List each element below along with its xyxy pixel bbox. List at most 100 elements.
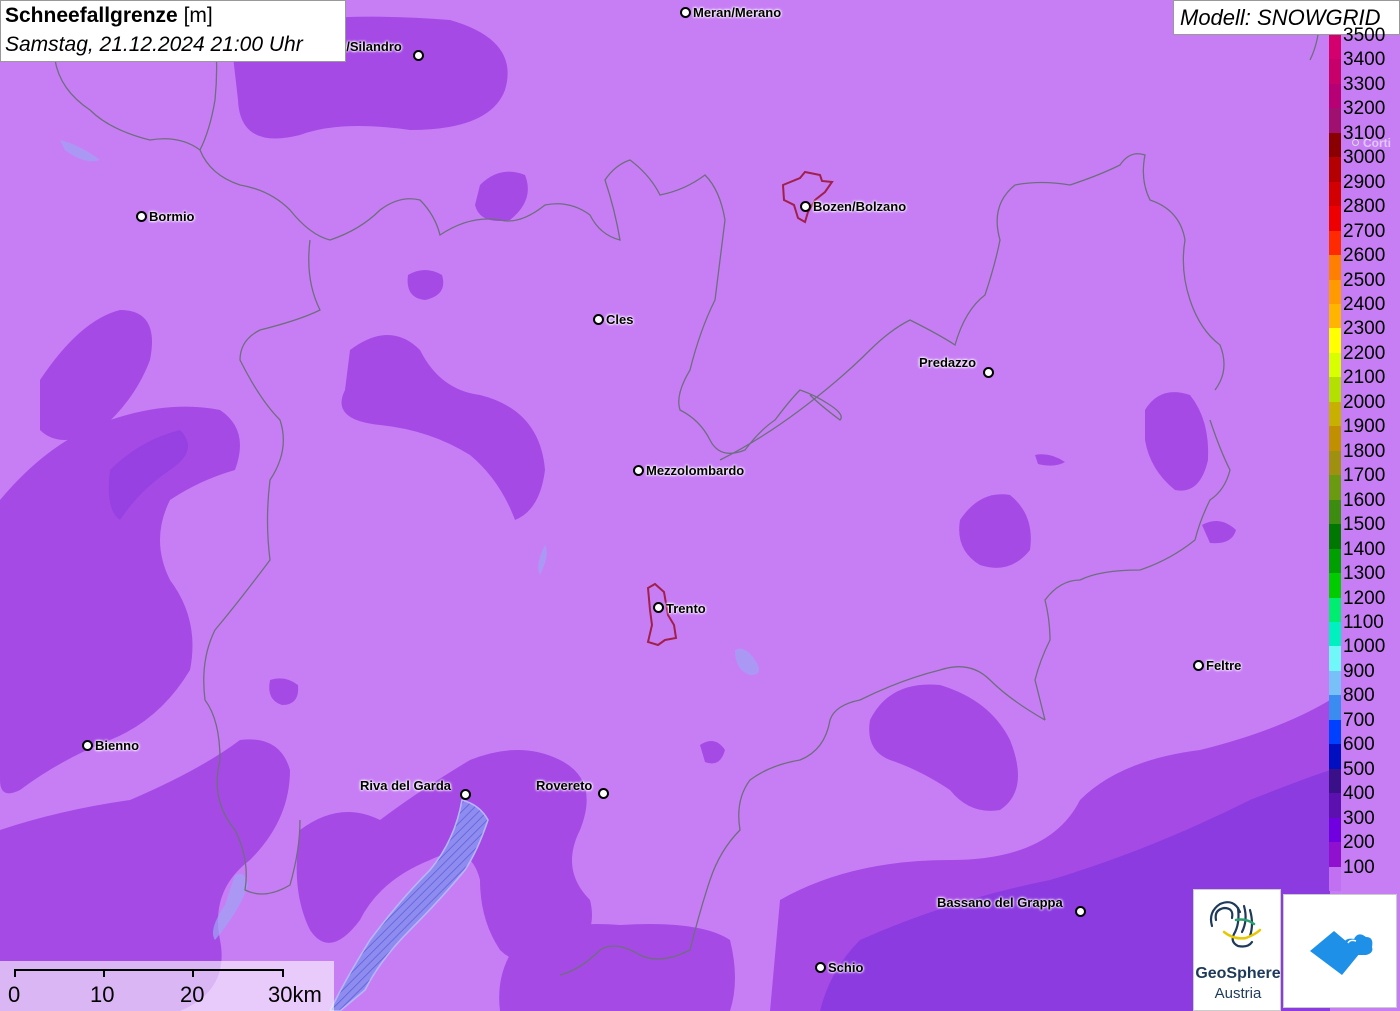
mountain-cloud-icon bbox=[1310, 931, 1373, 975]
city-label: Bienno bbox=[95, 738, 140, 753]
legend-label: 1200 bbox=[1343, 587, 1386, 609]
legend-item: 3100 bbox=[1329, 121, 1400, 158]
app-logo[interactable] bbox=[1283, 894, 1397, 1008]
scale-bar-tick bbox=[192, 969, 194, 977]
legend-item: 2500 bbox=[1329, 268, 1400, 305]
city-label: Trento bbox=[666, 601, 706, 616]
legend-item: 400 bbox=[1329, 781, 1400, 818]
legend-label: 2000 bbox=[1343, 391, 1386, 413]
legend-label: 2900 bbox=[1343, 171, 1386, 193]
city-dot bbox=[653, 602, 664, 613]
legend-label: 3200 bbox=[1343, 98, 1386, 120]
map-title: Schneefallgrenze [m] bbox=[5, 4, 213, 28]
legend-item: 200 bbox=[1329, 830, 1400, 867]
city-dot bbox=[413, 50, 424, 61]
legend-label: 1500 bbox=[1343, 514, 1386, 536]
city-label: Rovereto bbox=[536, 778, 593, 793]
city-dot bbox=[136, 211, 147, 222]
city-label: Feltre bbox=[1206, 658, 1242, 673]
legend-item: 2400 bbox=[1329, 292, 1400, 329]
map-title-unit: [m] bbox=[183, 4, 213, 27]
color-legend: 3500 3400 3300 3200 3100 3000 2900 2800 2700 2600… bbox=[1329, 25, 1400, 891]
legend-item: 1300 bbox=[1329, 561, 1400, 598]
geosphere-logo-line1: GeoSphere bbox=[1195, 965, 1281, 982]
city-label: s/Silandro bbox=[339, 39, 402, 54]
geosphere-logo-line2: Austria bbox=[1214, 985, 1262, 1002]
legend-label: 3400 bbox=[1343, 49, 1386, 71]
city-dot bbox=[1075, 906, 1086, 917]
legend-label: 1400 bbox=[1343, 538, 1386, 560]
legend-label: 700 bbox=[1343, 709, 1375, 731]
legend-label: 2400 bbox=[1343, 294, 1386, 316]
legend-label: 2600 bbox=[1343, 245, 1386, 267]
legend-item: 1600 bbox=[1329, 488, 1400, 525]
legend-label: 2100 bbox=[1343, 367, 1386, 389]
legend-label: 300 bbox=[1343, 807, 1375, 829]
scale-bar-label: 30km bbox=[268, 982, 322, 1007]
city-label: Mezzolombardo bbox=[646, 463, 745, 478]
map-canvas[interactable] bbox=[0, 0, 1400, 1011]
scale-bar-tick bbox=[103, 969, 105, 977]
city-dot bbox=[460, 789, 471, 800]
legend-label: 1300 bbox=[1343, 563, 1386, 585]
legend-item: 600 bbox=[1329, 732, 1400, 769]
scale-bar: 0 10 20 30km bbox=[0, 961, 334, 1011]
legend-item: 2100 bbox=[1329, 365, 1400, 402]
city-label: Bormio bbox=[149, 209, 195, 224]
legend-label: 3100 bbox=[1343, 122, 1386, 144]
city-label: Bozen/Bolzano bbox=[813, 199, 907, 214]
legend-label: 100 bbox=[1343, 856, 1375, 878]
legend-item: 2000 bbox=[1329, 390, 1400, 427]
legend-item: 800 bbox=[1329, 683, 1400, 720]
geosphere-emblem-icon bbox=[1209, 901, 1262, 948]
legend-item: 3200 bbox=[1329, 96, 1400, 133]
geosphere-logo[interactable]: GeoSphere Austria bbox=[1193, 889, 1281, 1011]
city-dot bbox=[983, 367, 994, 378]
title-panel: Schneefallgrenze [m] Samstag, 21.12.2024… bbox=[0, 0, 346, 62]
map-title-parameter: Schneefallgrenze bbox=[5, 4, 178, 27]
city-dot bbox=[633, 465, 644, 476]
legend-label: 1900 bbox=[1343, 416, 1386, 438]
legend-item: 2900 bbox=[1329, 170, 1400, 207]
legend-label: 2500 bbox=[1343, 269, 1386, 291]
legend-label: 3000 bbox=[1343, 147, 1386, 169]
map-datetime: Samstag, 21.12.2024 21:00 Uhr bbox=[5, 33, 303, 56]
legend-label: 2700 bbox=[1343, 220, 1386, 242]
city-dot bbox=[680, 7, 691, 18]
legend-label: 2200 bbox=[1343, 342, 1386, 364]
city-dot bbox=[598, 788, 609, 799]
legend-label: 200 bbox=[1343, 832, 1375, 854]
city-label: Meran/Merano bbox=[693, 5, 782, 20]
legend-item: 1500 bbox=[1329, 512, 1400, 549]
legend-item: 3400 bbox=[1329, 47, 1400, 84]
legend-item: 2700 bbox=[1329, 219, 1400, 256]
legend-label: 3500 bbox=[1343, 25, 1386, 46]
city-label: Riva del Garda bbox=[360, 778, 452, 793]
legend-item: 2200 bbox=[1329, 341, 1400, 378]
legend-item: 900 bbox=[1329, 659, 1400, 696]
legend-item: 1400 bbox=[1329, 537, 1400, 574]
legend-label: 800 bbox=[1343, 685, 1375, 707]
legend-item: 1800 bbox=[1329, 439, 1400, 476]
scale-bar-tick bbox=[14, 969, 16, 977]
city-label: Schio bbox=[828, 960, 864, 975]
city-dot bbox=[815, 962, 826, 973]
legend-item: 700 bbox=[1329, 708, 1400, 745]
scale-bar-label: 20 bbox=[180, 982, 205, 1007]
legend-item: 100 bbox=[1329, 855, 1400, 891]
city-label: Cles bbox=[606, 312, 634, 327]
legend-label: 400 bbox=[1343, 783, 1375, 805]
legend-item: 3300 bbox=[1329, 72, 1400, 109]
legend-label: 1000 bbox=[1343, 636, 1386, 658]
scale-bar-label: 10 bbox=[90, 982, 115, 1007]
legend-item: 3500 bbox=[1329, 23, 1400, 60]
scale-bar-line bbox=[14, 969, 284, 971]
legend-item: 1700 bbox=[1329, 463, 1400, 500]
legend-label: 600 bbox=[1343, 734, 1375, 756]
city-dot bbox=[800, 201, 811, 212]
legend-label: 2800 bbox=[1343, 196, 1386, 218]
legend-item: 1100 bbox=[1329, 610, 1400, 647]
city-label: Predazzo bbox=[919, 355, 977, 370]
legend-label: 2300 bbox=[1343, 318, 1386, 340]
city-dot bbox=[82, 740, 93, 751]
